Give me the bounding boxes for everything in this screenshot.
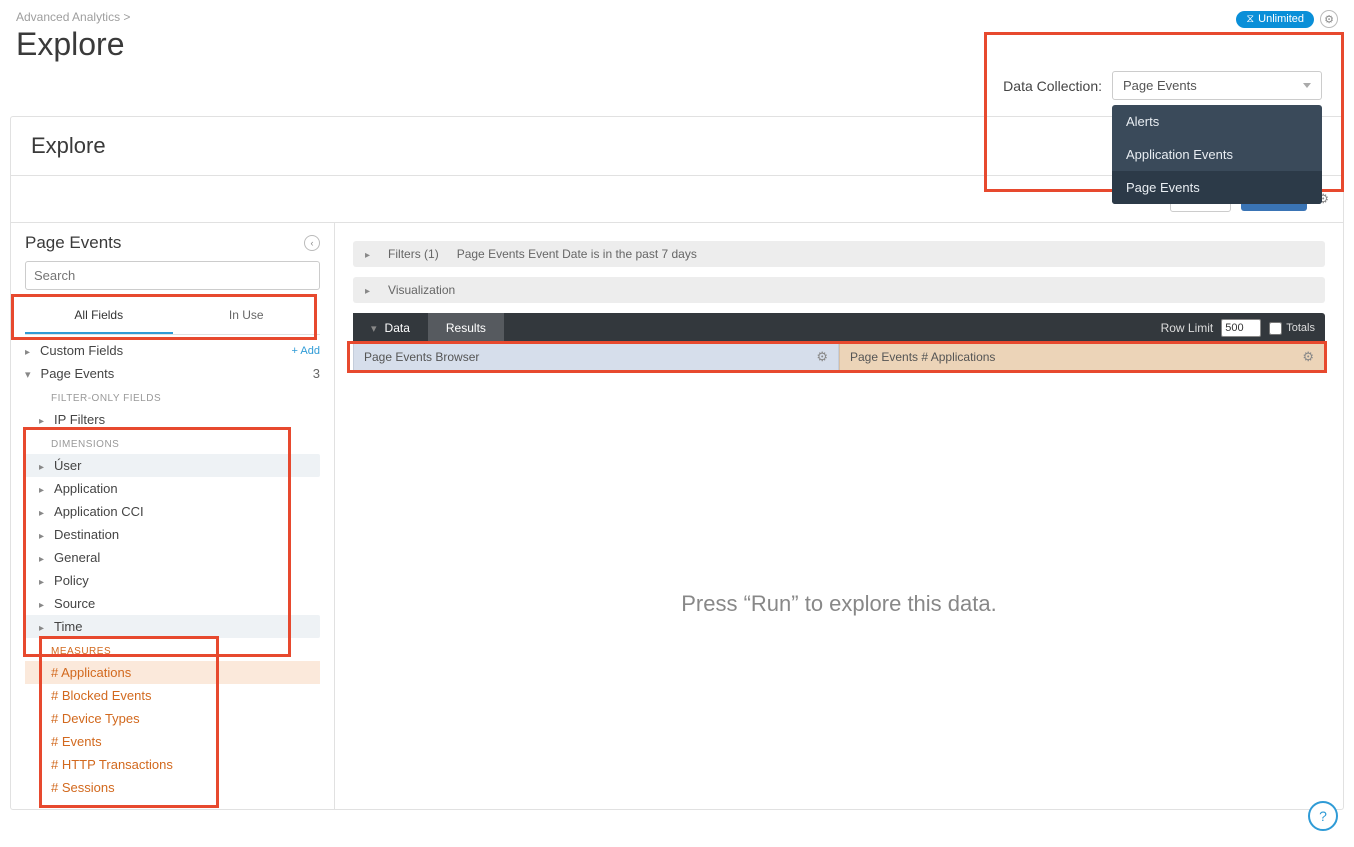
measure-applications[interactable]: # Applications xyxy=(25,661,320,684)
filters-bar[interactable]: Filters (1) Page Events Event Date is in… xyxy=(353,241,1325,267)
custom-fields-label: Custom Fields xyxy=(40,343,123,358)
option-page-events[interactable]: Page Events xyxy=(1112,171,1322,204)
data-collection-label: Data Collection: xyxy=(1003,78,1102,94)
page-events-section[interactable]: Page Events 3 xyxy=(25,362,320,385)
field-source[interactable]: Source xyxy=(25,592,320,615)
rowlimit-input[interactable] xyxy=(1221,319,1261,337)
page-title: Explore xyxy=(16,26,130,63)
field-user[interactable]: Úser xyxy=(25,454,320,477)
sidebar-title: Page Events xyxy=(25,233,121,253)
data-collection-dropdown[interactable]: Alerts Application Events Page Events xyxy=(1112,105,1322,204)
tab-results[interactable]: Results xyxy=(428,313,504,343)
dimensions-header: DIMENSIONS xyxy=(25,431,320,454)
tab-data[interactable]: Data xyxy=(353,313,428,343)
measure-http-transactions[interactable]: # HTTP Transactions xyxy=(25,753,320,776)
settings-gear-icon[interactable]: ⚙ xyxy=(1320,10,1338,28)
measure-device-types[interactable]: # Device Types xyxy=(25,707,320,730)
data-collection-value: Page Events xyxy=(1123,78,1197,93)
section-count: 3 xyxy=(313,366,320,381)
totals-checkbox[interactable]: Totals xyxy=(1269,322,1315,335)
gear-icon[interactable]: ⚙ xyxy=(816,349,828,365)
unlimited-badge: ⧖ Unlimited xyxy=(1236,11,1314,28)
data-header: Data Results Row Limit Totals xyxy=(353,313,1325,343)
empty-state-message: Press “Run” to explore this data. xyxy=(353,591,1325,617)
collapse-sidebar-icon[interactable]: ‹ xyxy=(304,235,320,251)
field-application[interactable]: Application xyxy=(25,477,320,500)
badge-text: Unlimited xyxy=(1258,13,1304,25)
help-button[interactable]: ? xyxy=(1308,801,1338,831)
measure-blocked-events[interactable]: # Blocked Events xyxy=(25,684,320,707)
column-dim-label: Page Events Browser xyxy=(364,350,479,364)
measures-header: MEASURES xyxy=(25,638,320,661)
caret-icon xyxy=(371,321,377,335)
caret-icon xyxy=(365,283,370,297)
column-dimension[interactable]: Page Events Browser ⚙ xyxy=(353,343,839,371)
field-general[interactable]: General xyxy=(25,546,320,569)
tab-in-use[interactable]: In Use xyxy=(173,298,321,334)
option-application-events[interactable]: Application Events xyxy=(1112,138,1322,171)
custom-fields-row[interactable]: Custom Fields + Add xyxy=(25,339,320,362)
field-ip-filters[interactable]: IP Filters xyxy=(25,408,320,431)
chevron-down-icon xyxy=(1303,83,1311,88)
search-input[interactable] xyxy=(25,261,320,290)
add-custom-field[interactable]: + Add xyxy=(292,345,320,357)
breadcrumb[interactable]: Advanced Analytics > xyxy=(16,10,130,24)
column-measure[interactable]: Page Events # Applications ⚙ xyxy=(839,343,1325,371)
measure-sessions[interactable]: # Sessions xyxy=(25,776,320,799)
hourglass-icon: ⧖ xyxy=(1246,13,1254,26)
caret-icon xyxy=(25,366,31,381)
caret-icon xyxy=(25,343,30,358)
totals-check-input[interactable] xyxy=(1269,322,1282,335)
field-application-cci[interactable]: Application CCI xyxy=(25,500,320,523)
caret-icon xyxy=(365,247,370,261)
rowlimit-label: Row Limit xyxy=(1161,321,1214,335)
measure-events[interactable]: # Events xyxy=(25,730,320,753)
gear-icon[interactable]: ⚙ xyxy=(1302,349,1314,365)
filters-label: Filters (1) xyxy=(388,247,439,261)
filter-only-header: FILTER-ONLY FIELDS xyxy=(25,385,320,408)
field-destination[interactable]: Destination xyxy=(25,523,320,546)
filters-text: Page Events Event Date is in the past 7 … xyxy=(457,247,697,261)
column-measure-label: Page Events # Applications xyxy=(850,350,995,364)
section-name: Page Events xyxy=(41,366,115,381)
viz-label: Visualization xyxy=(388,283,455,297)
data-collection-select[interactable]: Page Events xyxy=(1112,71,1322,100)
field-policy[interactable]: Policy xyxy=(25,569,320,592)
field-time[interactable]: Time xyxy=(25,615,320,638)
visualization-bar[interactable]: Visualization xyxy=(353,277,1325,303)
option-alerts[interactable]: Alerts xyxy=(1112,105,1322,138)
tab-all-fields[interactable]: All Fields xyxy=(25,298,173,334)
